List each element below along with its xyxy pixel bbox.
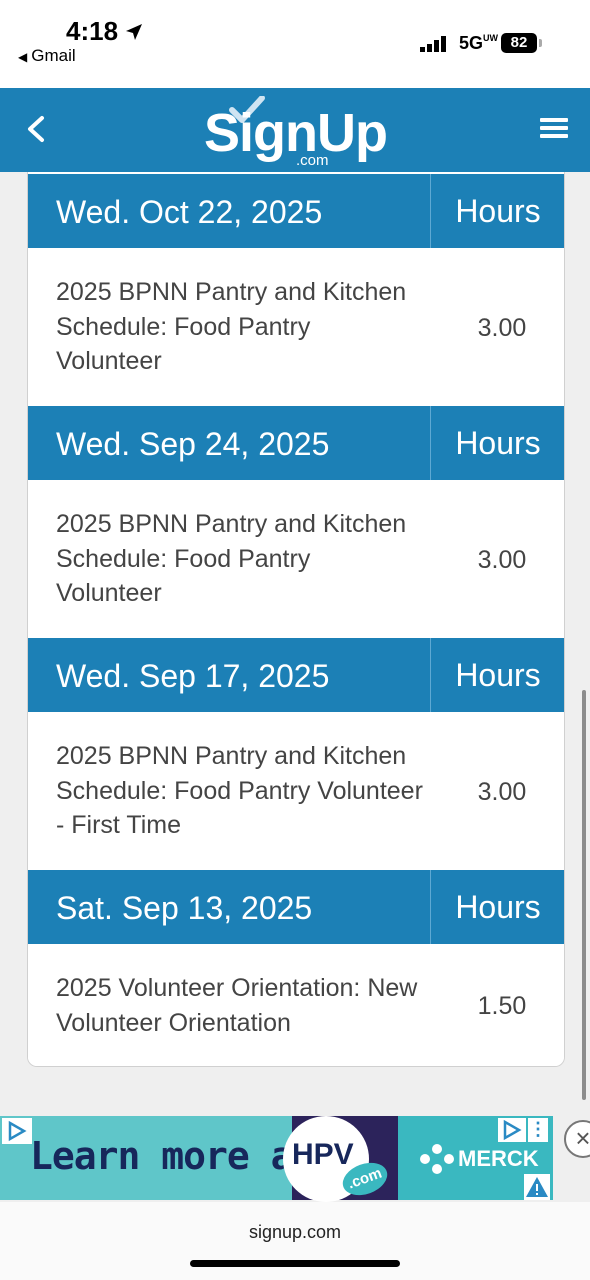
entry-hours: 3.00 <box>477 778 527 806</box>
location-arrow-icon <box>126 24 142 40</box>
hours-column-label: Hours <box>430 406 564 480</box>
entry-hours: 3.00 <box>477 314 527 342</box>
ad-close-icon[interactable]: × <box>564 1120 590 1158</box>
browser-footer: signup.com <box>0 1202 590 1280</box>
ad-hpv-label: HPV <box>292 1138 354 1171</box>
entry-date: Wed. Sep 24, 2025 <box>56 426 330 462</box>
entry-date: Wed. Oct 22, 2025 <box>56 194 323 230</box>
volunteer-hours-list: Wed. Oct 22, 2025 Hours 2025 BPNN Pantry… <box>27 172 565 1067</box>
entry-date: Sat. Sep 13, 2025 <box>56 890 313 926</box>
back-triangle-icon: ◀ <box>18 50 28 64</box>
network-type: 5GUW <box>459 33 498 54</box>
logo-com: .com <box>296 152 329 169</box>
network-label: 5G <box>459 33 484 53</box>
entry-row[interactable]: 2025 BPNN Pantry and Kitchen Schedule: F… <box>28 480 564 638</box>
network-suffix: UW <box>483 33 499 43</box>
back-chevron-icon[interactable] <box>24 114 48 144</box>
home-indicator[interactable] <box>190 1260 400 1267</box>
entry-description: 2025 BPNN Pantry and Kitchen Schedule: F… <box>56 742 423 839</box>
merck-logo-icon <box>420 1144 454 1174</box>
entry-hours: 1.50 <box>477 992 527 1020</box>
ad-play-icon[interactable] <box>498 1118 526 1142</box>
ad-headline: Learn more at <box>30 1134 315 1178</box>
adchoices-icon[interactable] <box>2 1118 32 1144</box>
entry-row[interactable]: 2025 BPNN Pantry and Kitchen Schedule: F… <box>28 712 564 870</box>
clock-time: 4:18 <box>66 16 119 46</box>
entry-header: Wed. Sep 24, 2025 Hours <box>28 406 564 480</box>
battery-indicator: 82 <box>501 33 537 53</box>
entry-header: Wed. Oct 22, 2025 Hours <box>28 174 564 248</box>
hours-column-label: Hours <box>430 870 564 944</box>
entry-row[interactable]: 2025 Volunteer Orientation: New Voluntee… <box>28 944 564 1066</box>
entry-row[interactable]: 2025 BPNN Pantry and Kitchen Schedule: F… <box>28 248 564 406</box>
hamburger-menu-icon[interactable] <box>540 118 568 142</box>
back-to-app[interactable]: ◀ Gmail <box>18 46 76 66</box>
entry-description: 2025 BPNN Pantry and Kitchen Schedule: F… <box>56 278 407 375</box>
hours-column-label: Hours <box>430 638 564 712</box>
ad-brand: MERCK <box>458 1146 539 1171</box>
app-header: SignUp .com <box>0 88 590 172</box>
entry-description: 2025 Volunteer Orientation: New Voluntee… <box>56 974 418 1037</box>
entry-date: Wed. Sep 17, 2025 <box>56 658 330 694</box>
battery-tip <box>539 39 542 47</box>
status-bar: 4:18 ◀ Gmail 5GUW 82 <box>0 0 590 88</box>
signup-logo[interactable]: SignUp .com <box>200 96 400 169</box>
ad-more-options-icon[interactable]: ⋮ <box>528 1118 548 1142</box>
entry-hours: 3.00 <box>477 546 527 574</box>
ad-banner[interactable]: Learn more at HPV .com MERCK ⋮ <box>0 1116 553 1202</box>
entry-description: 2025 BPNN Pantry and Kitchen Schedule: F… <box>56 510 407 607</box>
ad-warning-icon[interactable] <box>524 1174 550 1200</box>
hours-column-label: Hours <box>430 174 564 248</box>
back-app-label: Gmail <box>31 46 76 65</box>
cellular-signal-icon <box>420 36 446 52</box>
scrollbar[interactable] <box>582 690 586 1100</box>
url-label[interactable]: signup.com <box>0 1222 590 1243</box>
entry-header: Sat. Sep 13, 2025 Hours <box>28 870 564 944</box>
entry-header: Wed. Sep 17, 2025 Hours <box>28 638 564 712</box>
